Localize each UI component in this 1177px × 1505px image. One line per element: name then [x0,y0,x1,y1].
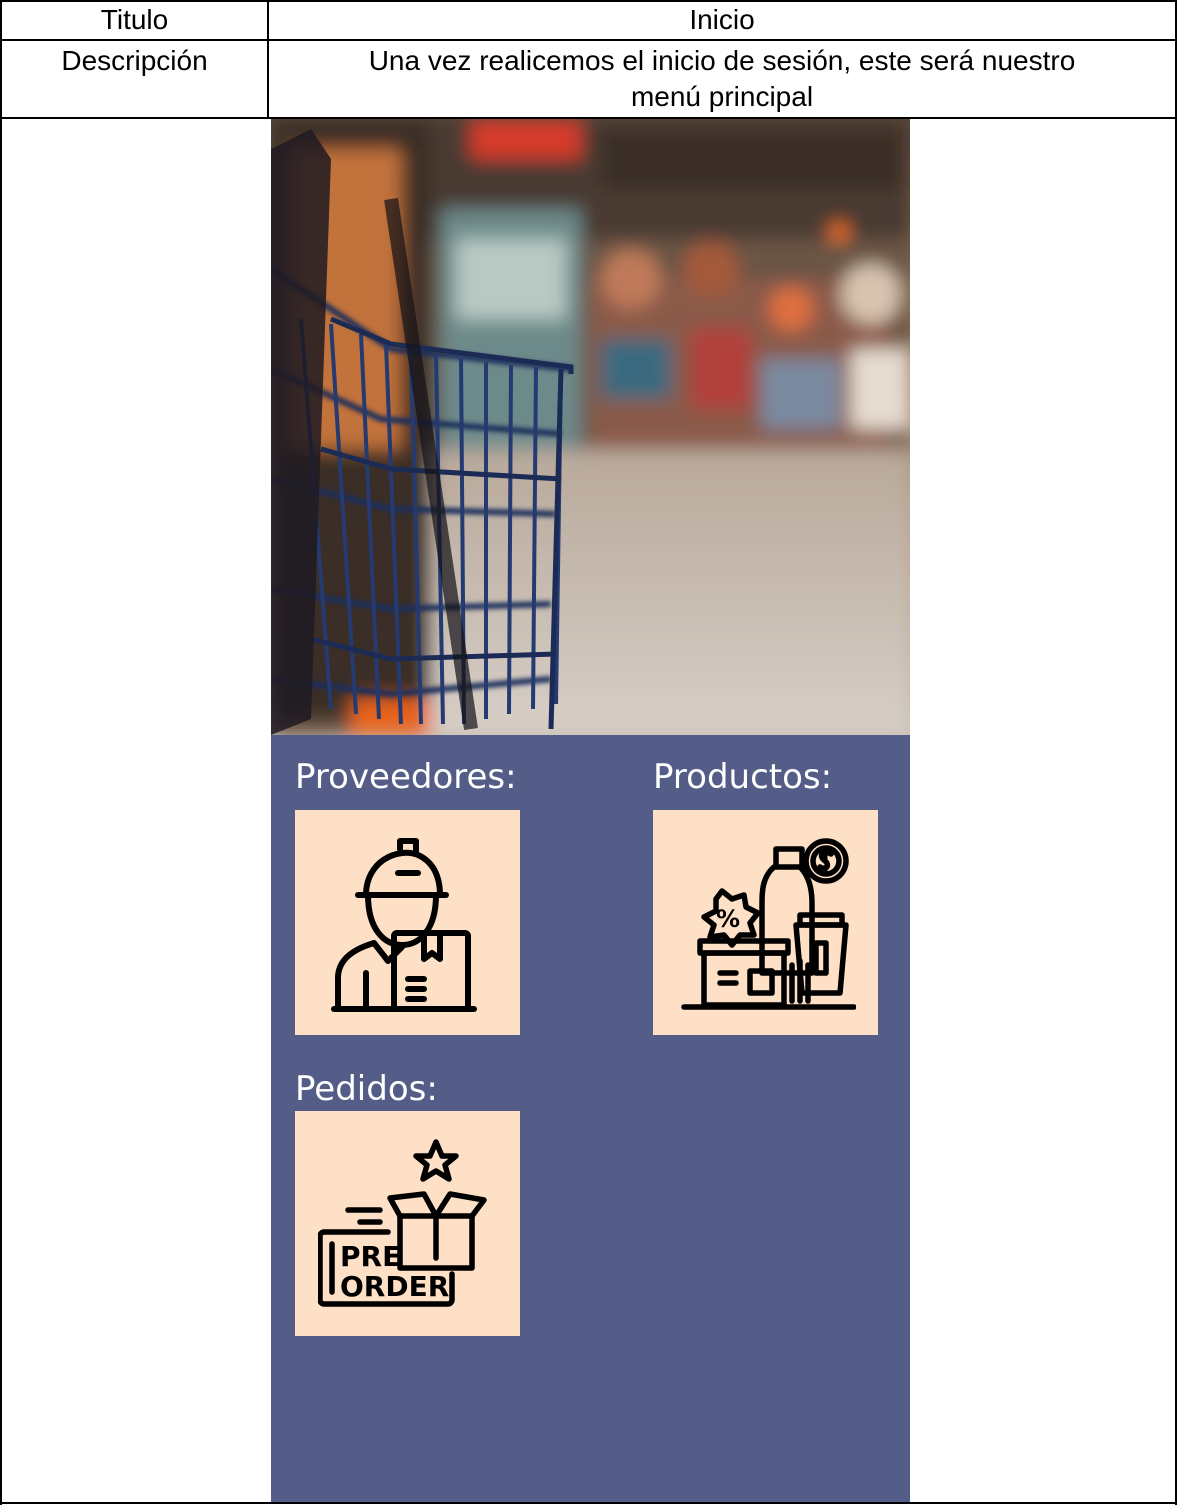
row-description-label: Descripción [61,45,208,76]
svg-text:PRE: PRE [340,1240,401,1273]
table-border-left [0,0,2,1505]
row-title-label: Titulo [100,4,169,35]
pedidos-label: Pedidos: [295,1069,438,1109]
app-main-menu-screen: Proveedores: Productos: % Pedidos: PRE O… [271,119,910,1502]
delivery-man-icon [330,837,477,1012]
supermarket-cart-photo [271,119,910,735]
table-border-top [0,0,1177,2]
proveedores-button[interactable] [295,810,520,1035]
table-border-bottom [0,1502,1177,1504]
row-description-value-line2: menú principal [630,81,814,112]
table-row-divider [0,39,1177,41]
productos-button[interactable]: % [653,810,878,1035]
hero-image [271,119,910,735]
proveedores-label: Proveedores: [295,757,517,797]
products-discount-icon: % [680,837,856,1010]
pre-order-icon: PRE ORDER [317,1138,487,1307]
svg-text:ORDER: ORDER [340,1270,449,1303]
pedidos-button[interactable]: PRE ORDER [295,1111,520,1336]
row-description-value-line1: Una vez realicemos el inicio de sesión, … [368,45,1076,76]
svg-text:%: % [716,905,740,933]
row-title-value: Inicio [689,4,755,35]
productos-label: Productos: [653,757,833,797]
